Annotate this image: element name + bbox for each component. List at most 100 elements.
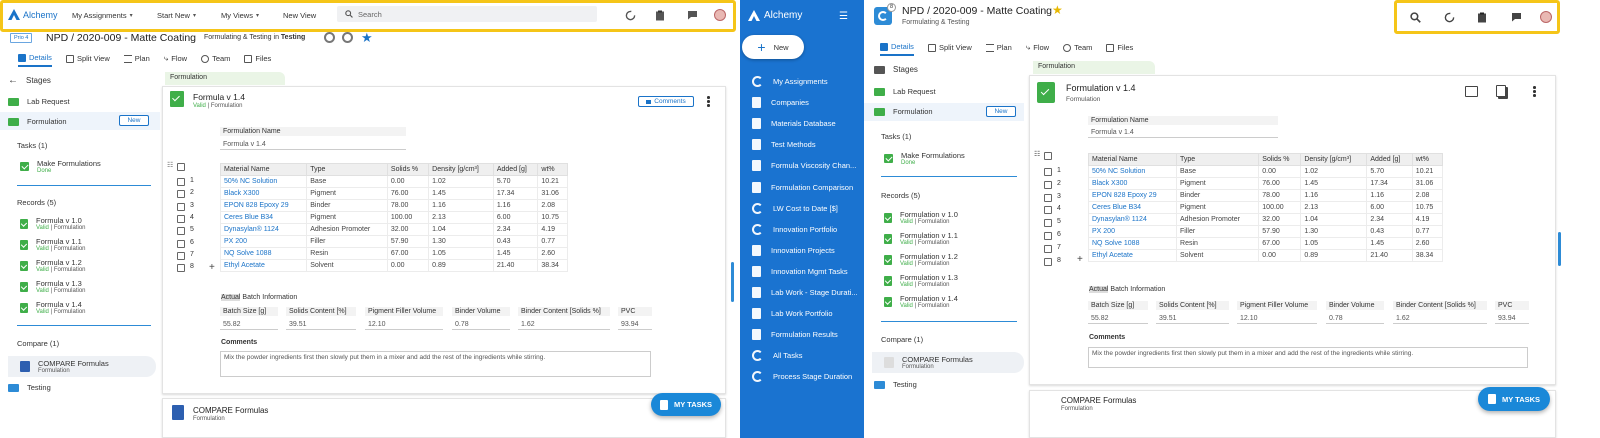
batch-field-value[interactable]: 55.82 [220, 320, 278, 330]
material-link[interactable]: Black X300 [219, 187, 308, 200]
record-item[interactable]: Formula v 1.1 Valid | Formulation [20, 237, 86, 252]
material-link[interactable]: NQ Solve 1088 [1087, 237, 1178, 250]
material-link[interactable]: Ethyl Acetate [1087, 249, 1178, 262]
comments-textarea[interactable]: Mix the powder ingredients first then sl… [1088, 347, 1528, 368]
stage-testing[interactable]: Testing [8, 383, 51, 392]
tasks-icon[interactable] [652, 7, 668, 23]
nav-sidebar-item[interactable]: Companies [752, 97, 809, 109]
compare-item[interactable]: COMPARE Formulas Formulation [20, 359, 109, 374]
record-item[interactable]: Formula v 1.3 Valid | Formulation [20, 279, 86, 294]
task-item[interactable]: Make Formulations Done [884, 151, 965, 166]
row-checkbox[interactable] [1044, 168, 1052, 176]
chat-icon[interactable] [1508, 9, 1524, 25]
row-checkbox[interactable] [177, 214, 185, 223]
back-arrow-icon[interactable]: ← [8, 75, 18, 86]
column-header[interactable]: Type [306, 163, 388, 176]
record-item[interactable]: Formulation v 1.0 Valid | Formulation [884, 210, 958, 225]
stage-formulation[interactable]: Formulation [874, 107, 933, 116]
avatar[interactable] [1538, 9, 1554, 25]
search-input[interactable]: Search [337, 6, 597, 22]
favorite-star-icon[interactable]: ★ [361, 30, 373, 46]
material-link[interactable]: Dynasylan® 1124 [219, 223, 308, 236]
avatar[interactable] [712, 7, 728, 23]
batch-field-value[interactable]: 0.78 [1326, 314, 1384, 324]
more-menu-icon[interactable] [707, 96, 710, 107]
new-button[interactable]: + New [742, 35, 804, 59]
tab-split-view[interactable]: Split View [927, 42, 972, 56]
stages-header[interactable]: Stages [874, 65, 918, 74]
batch-field-value[interactable]: 12.10 [365, 320, 443, 330]
nav-sidebar-item[interactable]: My Assignments [752, 76, 828, 87]
comment-icon[interactable] [1465, 86, 1478, 97]
batch-field-value[interactable]: 93.94 [618, 320, 652, 330]
nav-my-views[interactable]: My Views ▾ [221, 11, 259, 20]
nav-start-new[interactable]: Start New ▾ [157, 11, 196, 20]
record-item[interactable]: Formula v 1.2 Valid | Formulation [20, 258, 86, 273]
tab-team[interactable]: Team [1063, 42, 1092, 56]
copy-icon[interactable] [1496, 85, 1506, 97]
material-link[interactable]: Ceres Blue B34 [1087, 201, 1178, 214]
column-header[interactable]: wt% [1411, 153, 1444, 166]
refresh-icon[interactable] [342, 32, 353, 43]
new-badge[interactable]: New [986, 106, 1016, 117]
nav-sidebar-item[interactable]: Formula Viscosity Chan... [752, 160, 856, 172]
column-settings-icon[interactable]: ☷ [167, 161, 173, 169]
material-link[interactable]: NQ Solve 1088 [219, 247, 308, 260]
material-link[interactable]: 50% NC Solution [1087, 165, 1178, 178]
scrollbar-thumb[interactable] [731, 262, 734, 302]
stage-testing[interactable]: Testing [874, 380, 917, 389]
new-badge[interactable]: New [119, 115, 149, 126]
nav-sidebar-item[interactable]: Materials Database [752, 118, 836, 130]
column-header[interactable]: wt% [537, 163, 568, 176]
record-item[interactable]: Formulation v 1.4 Valid | Formulation [884, 294, 958, 309]
batch-field-value[interactable]: 93.94 [1495, 314, 1529, 324]
stages-header[interactable]: ← Stages [8, 75, 51, 86]
recent-icon[interactable] [1441, 9, 1457, 25]
formulation-name-field[interactable]: Formula v 1.4 [220, 140, 406, 150]
row-checkbox[interactable] [1044, 219, 1052, 228]
batch-field-value[interactable]: 1.62 [1393, 314, 1487, 324]
scrollbar-thumb[interactable] [1558, 232, 1561, 266]
nav-sidebar-item[interactable]: Formulation Results [752, 329, 838, 341]
comments-textarea[interactable]: Mix the powder ingredients first then sl… [220, 351, 651, 377]
tab-team[interactable]: Team [201, 53, 230, 67]
nav-my-assignments[interactable]: My Assignments ▾ [72, 11, 133, 20]
tasks-icon[interactable] [1474, 9, 1490, 25]
row-checkbox[interactable] [1044, 232, 1052, 240]
stage-lab-request[interactable]: Lab Request [8, 97, 70, 106]
row-checkbox[interactable] [1044, 257, 1052, 266]
task-item[interactable]: Make Formulations Done [20, 159, 101, 174]
material-link[interactable]: PX 200 [1087, 225, 1178, 238]
stage-lab-request[interactable]: Lab Request [874, 87, 936, 96]
column-header[interactable]: Material Name [1087, 153, 1178, 166]
tab-plan[interactable]: Plan [123, 53, 150, 67]
column-header[interactable]: Type [1176, 153, 1260, 166]
column-header[interactable]: Material Name [219, 163, 308, 176]
nav-sidebar-item[interactable]: Lab Work Portfolio [752, 308, 833, 320]
tab-details[interactable]: Details [18, 53, 52, 67]
record-item[interactable]: Formula v 1.0 Valid | Formulation [20, 216, 86, 231]
material-link[interactable]: Ceres Blue B34 [219, 211, 308, 224]
nav-sidebar-item[interactable]: LW Cost to Date [$] [752, 202, 838, 214]
drag-handle-icon[interactable]: + [209, 262, 215, 273]
column-header[interactable]: Added [g] [492, 163, 539, 176]
recent-icon[interactable] [622, 7, 638, 23]
batch-field-value[interactable]: 55.82 [1088, 314, 1148, 324]
column-header[interactable]: Solids % [1258, 153, 1302, 166]
nav-sidebar-item[interactable]: Test Methods [752, 139, 816, 151]
column-header[interactable]: Density [g/cm³] [1300, 153, 1368, 166]
row-checkbox[interactable] [177, 202, 185, 211]
material-link[interactable]: Dynasylan® 1124 [1087, 213, 1178, 226]
nav-sidebar-item[interactable]: All Tasks [752, 350, 802, 362]
nav-new-view[interactable]: New View [283, 11, 316, 20]
nav-sidebar-item[interactable]: Lab Work - Stage Durati... [752, 287, 858, 298]
material-link[interactable]: EPON 828 Epoxy 29 [219, 199, 308, 212]
nav-sidebar-item[interactable]: Innovation Portfolio [752, 223, 837, 235]
app-logo[interactable]: Alchemy [8, 9, 58, 20]
nav-sidebar-item[interactable]: Process Stage Duration [752, 371, 852, 383]
row-checkbox[interactable] [1044, 193, 1052, 202]
tab-split-view[interactable]: Split View [65, 53, 110, 67]
tab-plan[interactable]: Plan [985, 42, 1012, 56]
row-checkbox[interactable] [177, 239, 185, 248]
more-menu-icon[interactable] [1533, 86, 1536, 97]
